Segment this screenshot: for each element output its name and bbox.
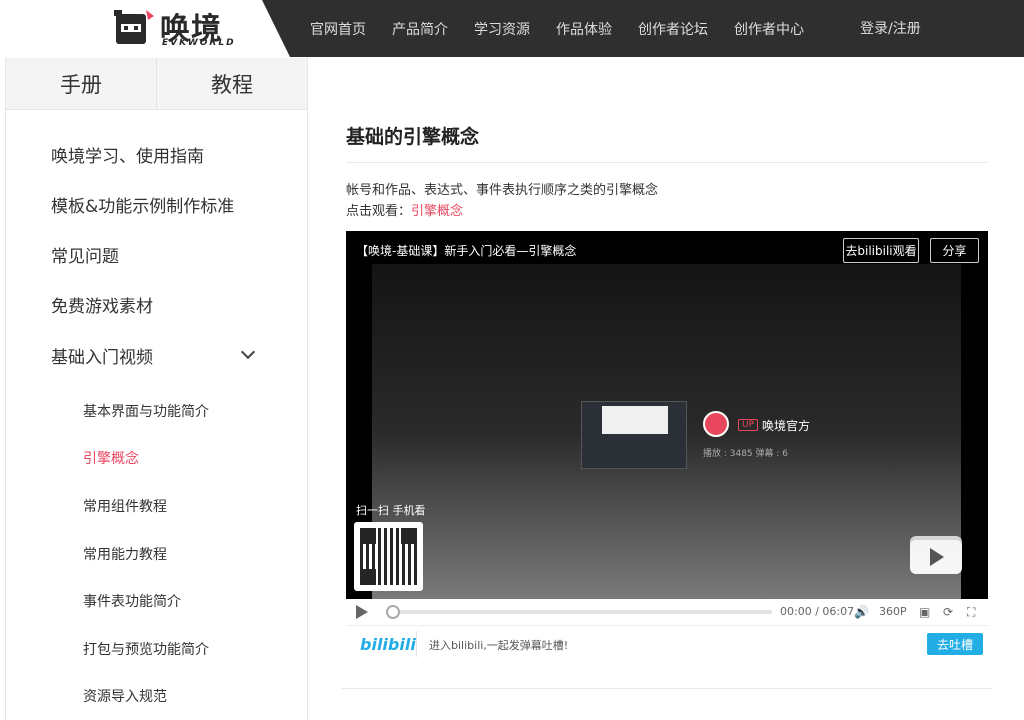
tab-manual[interactable]: 手册 xyxy=(6,58,156,109)
avatar xyxy=(703,411,729,437)
thumbnail-screen xyxy=(602,406,668,434)
video-title: 【唤境-基础课】新手入门必看—引擎概念 xyxy=(356,244,577,258)
nav-learn[interactable]: 学习资源 xyxy=(474,19,530,39)
top-navbar: 唤境 EVKWORLD 官网首页 产品简介 学习资源 作品体验 创作者论坛 创作… xyxy=(0,0,1024,57)
nav-forum[interactable]: 创作者论坛 xyxy=(638,19,708,39)
ninja-logo-icon xyxy=(114,10,154,44)
nav-works[interactable]: 作品体验 xyxy=(556,19,612,39)
danmaku-bar: bilibili 进入bilibili,一起发弹幕吐槽! 去吐槽 xyxy=(346,625,988,661)
video-player[interactable]: UP 唤境官方 播放 : 3485 弹幕 : 6 【唤境-基础课】新手入门必看—… xyxy=(346,231,988,599)
quality-selector[interactable]: 360P xyxy=(879,605,907,618)
play-icon[interactable] xyxy=(356,605,368,619)
divider xyxy=(416,631,417,657)
danmaku-send-button[interactable]: 去吐槽 xyxy=(927,633,983,655)
divider xyxy=(342,688,992,689)
page-title: 基础的引擎概念 xyxy=(346,126,480,148)
description: 帐号和作品、表达式、事件表执行顺序之类的引擎概念 xyxy=(346,183,659,198)
video-stage[interactable]: UP 唤境官方 播放 : 3485 弹幕 : 6 xyxy=(372,264,961,599)
main-content: 基础的引擎概念 帐号和作品、表达式、事件表执行顺序之类的引擎概念 点击观看：引擎… xyxy=(309,58,1024,720)
sidebar: 手册 教程 唤境学习、使用指南 模板&功能示例制作标准 常见问题 免费游戏素材 … xyxy=(5,58,308,720)
sidebar-item-assets[interactable]: 免费游戏素材 xyxy=(51,292,153,317)
main-nav: 官网首页 产品简介 学习资源 作品体验 创作者论坛 创作者中心 xyxy=(310,0,830,57)
scan-label: 扫一扫 手机看 xyxy=(356,504,426,517)
sidebar-subitem-components[interactable]: 常用组件教程 xyxy=(83,496,167,516)
video-controls: 00:00 / 06:07 🔊 360P ▣ ⟳ ⛶ xyxy=(346,599,988,625)
fullscreen-icon[interactable]: ⛶ xyxy=(967,605,975,620)
loop-icon[interactable]: ⟳ xyxy=(943,605,953,619)
up-badge: UP xyxy=(738,419,759,431)
sidebar-subitem-packaging[interactable]: 打包与预览功能简介 xyxy=(83,639,209,659)
logo[interactable]: 唤境 EVKWORLD xyxy=(0,0,290,57)
watch-link[interactable]: 引擎概念 xyxy=(411,204,463,219)
chevron-down-icon[interactable] xyxy=(240,344,256,360)
progress-handle[interactable] xyxy=(386,605,400,619)
tab-tutorial[interactable]: 教程 xyxy=(156,58,307,109)
qr-pattern xyxy=(360,528,417,585)
sidebar-subitem-abilities[interactable]: 常用能力教程 xyxy=(83,544,167,564)
danmaku-input[interactable]: 进入bilibili,一起发弹幕吐槽! xyxy=(429,637,568,653)
sidebar-item-guide[interactable]: 唤境学习、使用指南 xyxy=(51,142,204,167)
uploader-name: 唤境官方 xyxy=(762,419,811,433)
bilibili-tv-icon[interactable] xyxy=(910,536,962,574)
sidebar-subitem-resource-import[interactable]: 资源导入规范 xyxy=(83,686,167,706)
nav-home[interactable]: 官网首页 xyxy=(310,19,366,39)
sidebar-subitem-event-sheet[interactable]: 事件表功能简介 xyxy=(83,591,181,611)
watch-label: 点击观看： xyxy=(346,204,412,219)
goto-bilibili-button[interactable]: 去bilibili观看 xyxy=(843,238,919,263)
qr-code xyxy=(354,522,423,591)
sidebar-tabs: 手册 教程 xyxy=(6,58,307,110)
sidebar-subitem-engine-concepts[interactable]: 引擎概念 xyxy=(83,448,139,468)
divider xyxy=(346,162,988,163)
sidebar-item-faq[interactable]: 常见问题 xyxy=(51,242,119,267)
nav-product[interactable]: 产品简介 xyxy=(392,19,448,39)
sidebar-subitem-interface[interactable]: 基本界面与功能简介 xyxy=(83,401,209,421)
video-thumbnail xyxy=(581,401,687,469)
bilibili-logo: bilibili xyxy=(360,635,416,654)
sidebar-item-videos[interactable]: 基础入门视频 xyxy=(51,343,153,368)
nav-creator-center[interactable]: 创作者中心 xyxy=(734,19,804,39)
video-stats: 播放 : 3485 弹幕 : 6 xyxy=(703,449,788,459)
brand-sub: EVKWORLD xyxy=(162,38,236,48)
login-link[interactable]: 登录/注册 xyxy=(860,18,921,38)
share-button[interactable]: 分享 xyxy=(930,238,979,263)
danmaku-toggle-icon[interactable]: ▣ xyxy=(919,605,930,619)
sidebar-item-standards[interactable]: 模板&功能示例制作标准 xyxy=(51,192,234,217)
watch-line: 点击观看：引擎概念 xyxy=(346,200,463,219)
volume-icon[interactable]: 🔊 xyxy=(854,605,869,619)
time-display: 00:00 / 06:07 xyxy=(780,605,855,618)
progress-bar[interactable] xyxy=(386,605,772,619)
